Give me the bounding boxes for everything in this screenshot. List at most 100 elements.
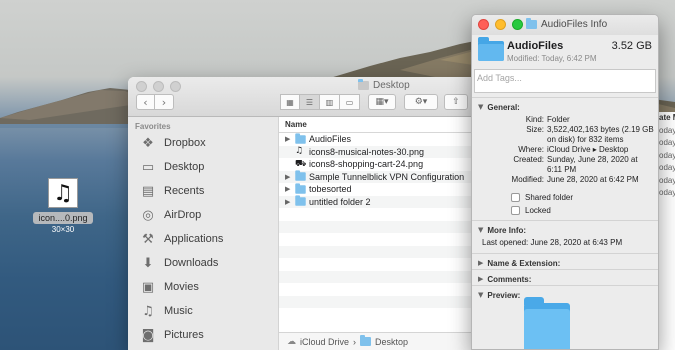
size-key: Size:	[526, 125, 544, 134]
back-button[interactable]: ‹	[136, 94, 155, 110]
created-key: Created:	[513, 155, 544, 164]
desktop-icon: ▭	[141, 159, 155, 175]
disclosure-triangle-icon: ▶	[478, 259, 484, 267]
column-view-button[interactable]: ▥	[320, 94, 340, 110]
date-cell: oday	[659, 175, 675, 185]
locked-checkbox[interactable]: Locked	[472, 204, 658, 217]
date-cell: oday	[659, 188, 675, 197]
shared-folder-checkbox[interactable]: Shared folder	[472, 191, 658, 204]
disclosure-triangle-icon[interactable]: ▶	[285, 198, 295, 206]
date-cell: oday	[659, 125, 675, 135]
sidebar-item-airdrop[interactable]: ◎ AirDrop	[128, 203, 278, 227]
file-name: tobesorted	[309, 184, 352, 195]
music-note-icon: ♫	[48, 178, 78, 208]
folder-icon	[526, 18, 537, 29]
comments-section-header[interactable]: ▶ Comments:	[472, 269, 658, 285]
folder-icon	[358, 79, 369, 90]
recents-icon: ▤	[141, 183, 155, 199]
finder-title: Desktop	[358, 79, 410, 91]
gallery-view-button[interactable]: ▭	[340, 94, 360, 110]
desktop-file-dimensions: 30×30	[51, 225, 75, 234]
info-title-text: AudioFiles Info	[541, 19, 608, 30]
created-row: Created: Sunday, June 28, 2020 at 6:11 P…	[472, 155, 658, 175]
sidebar-item-dropbox[interactable]: ❖ Dropbox	[128, 131, 278, 155]
disclosure-triangle-icon[interactable]: ▶	[285, 185, 295, 193]
file-name: Sample Tunnelblick VPN Configuration	[309, 171, 465, 182]
date-cell: oday	[659, 163, 675, 172]
info-file-name: AudioFiles	[507, 40, 564, 52]
sidebar-item-label: AirDrop	[164, 209, 202, 221]
where-row: Where: iCloud Drive ▸ Desktop	[472, 145, 658, 155]
close-button[interactable]	[136, 81, 147, 92]
sidebar-item-label: Applications	[164, 233, 224, 245]
sidebar-item-pictures[interactable]: ◙ Pictures	[128, 323, 278, 347]
checkbox[interactable]	[511, 206, 520, 215]
date-column-strip: ate M oday oday oday oday oday oday	[659, 112, 675, 350]
modified-key: Modified:	[511, 175, 544, 184]
disclosure-triangle-icon: ▶	[478, 275, 484, 283]
minimize-button[interactable]	[153, 81, 164, 92]
sidebar-item-music[interactable]: ♫ Music	[128, 299, 278, 323]
desktop-file-name: icon....0.png	[33, 212, 93, 224]
cart-file-icon: ⛟	[295, 158, 307, 169]
shared-folder-label: Shared folder	[525, 193, 574, 202]
file-name: AudioFiles	[309, 134, 352, 145]
info-modified: Modified: Today, 6:42 PM	[507, 54, 597, 63]
zoom-button[interactable]	[512, 19, 523, 30]
kind-value: Folder	[547, 115, 570, 124]
name-extension-section-header[interactable]: ▶ Name & Extension:	[472, 253, 658, 269]
tags-field[interactable]: Add Tags...	[474, 69, 656, 93]
minimize-button[interactable]	[495, 19, 506, 30]
sidebar-item-label: Downloads	[164, 257, 219, 269]
general-section: Kind: Folder Size: 3,522,402,163 bytes (…	[472, 113, 658, 220]
sidebar-item-downloads[interactable]: ⬇ Downloads	[128, 251, 278, 275]
disclosure-triangle-icon[interactable]: ▶	[285, 173, 295, 181]
desktop-file[interactable]: ♫ icon....0.png 30×30	[30, 178, 96, 234]
folder-icon	[295, 183, 306, 194]
checkbox[interactable]	[511, 193, 520, 202]
window-controls	[136, 81, 181, 92]
locked-label: Locked	[525, 206, 551, 215]
icon-view-button[interactable]: ▦	[280, 94, 300, 110]
sidebar-item-applications[interactable]: ⚒ Applications	[128, 227, 278, 251]
folder-icon	[295, 195, 306, 207]
share-button[interactable]: ⇧	[444, 94, 468, 110]
list-view-button[interactable]: ☰	[300, 94, 320, 110]
kind-key: Kind:	[525, 115, 544, 124]
applications-icon: ⚒	[142, 231, 154, 247]
name-extension-label: Name & Extension:	[487, 258, 561, 268]
zoom-button[interactable]	[170, 81, 181, 92]
file-name: untitled folder 2	[309, 196, 371, 207]
downloads-icon: ⬇	[142, 255, 154, 271]
sidebar-item-recents[interactable]: ▤ Recents	[128, 179, 278, 203]
more-info-section-header[interactable]: ▼ More Info:	[472, 220, 658, 236]
kind-row: Kind: Folder	[472, 115, 658, 125]
view-buttons: ▦ ☰ ▥ ▭	[280, 94, 360, 110]
folder-icon	[295, 170, 306, 182]
file-name: icons8-musical-notes-30.png	[309, 146, 425, 157]
info-file-size: 3.52 GB	[611, 40, 652, 52]
date-cell: oday	[659, 150, 675, 160]
size-value: 3,522,402,163 bytes (2.19 GB on disk) fo…	[547, 125, 654, 144]
sidebar-item-label: Dropbox	[164, 137, 206, 149]
disclosure-triangle-icon: ▼	[478, 103, 484, 111]
window-controls	[478, 19, 523, 30]
sidebar-section-favorites: Favorites	[135, 122, 171, 131]
folder-icon	[360, 335, 372, 346]
close-button[interactable]	[478, 19, 489, 30]
group-button[interactable]: ▦▾	[368, 94, 396, 110]
sidebar-item-movies[interactable]: ▣ Movies	[128, 275, 278, 299]
disclosure-triangle-icon[interactable]: ▶	[285, 135, 295, 143]
get-info-window: AudioFiles Info AudioFiles 3.52 GB Modif…	[471, 14, 659, 350]
info-header: AudioFiles 3.52 GB Modified: Today, 6:42…	[472, 35, 658, 69]
cloud-icon: ☁	[287, 336, 296, 347]
general-section-header[interactable]: ▼ General:	[472, 97, 658, 113]
action-gear-button[interactable]: ⚙▾	[404, 94, 438, 110]
folder-preview-icon	[524, 297, 570, 349]
path-item-desktop[interactable]: Desktop	[375, 337, 408, 347]
path-item-icloud[interactable]: iCloud Drive	[300, 337, 349, 347]
sidebar-item-desktop[interactable]: ▭ Desktop	[128, 155, 278, 179]
forward-button[interactable]: ›	[155, 94, 174, 110]
modified-value: June 28, 2020 at 6:42 PM	[547, 175, 639, 184]
info-title: AudioFiles Info	[526, 18, 608, 30]
